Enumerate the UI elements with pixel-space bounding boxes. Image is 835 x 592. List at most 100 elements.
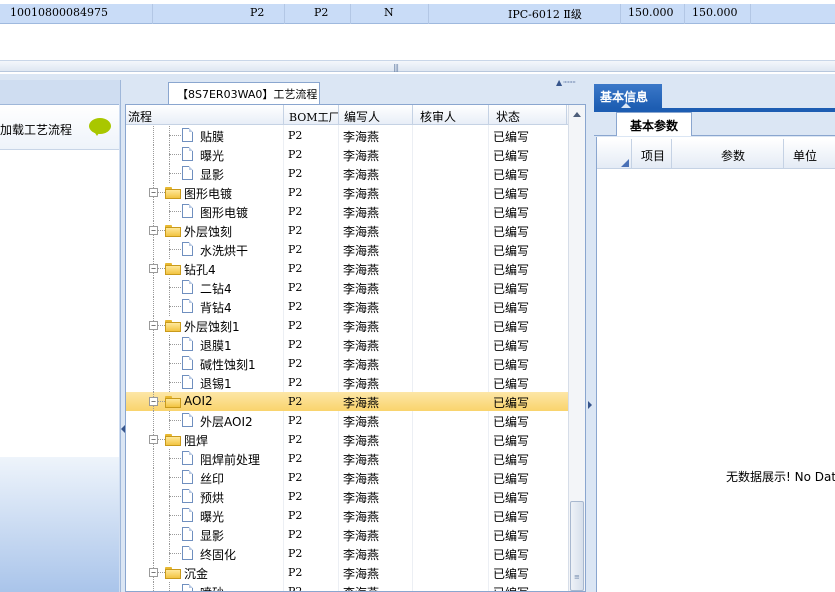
- subtab-basic-params[interactable]: 基本参数: [616, 112, 692, 136]
- tree-row[interactable]: 显影 P2 李海燕 已编写: [126, 164, 568, 183]
- tree-connector: [169, 306, 181, 307]
- tree-connector: [169, 496, 181, 497]
- tree-row[interactable]: 碱性蚀刻1 P2 李海燕 已编写: [126, 354, 568, 373]
- tree-row[interactable]: 阻焊前处理 P2 李海燕 已编写: [126, 449, 568, 468]
- status: 已编写: [493, 244, 530, 258]
- tree-row[interactable]: 曝光 P2 李海燕 已编写: [126, 145, 568, 164]
- tree-row[interactable]: 显影 P2 李海燕 已编写: [126, 525, 568, 544]
- col-process[interactable]: 流程: [128, 108, 152, 125]
- tree-row-group[interactable]: − 外层蚀刻 P2 李海燕 已编写: [126, 221, 568, 240]
- tree-row[interactable]: 终固化 P2 李海燕 已编写: [126, 544, 568, 563]
- tree-connector: [169, 287, 181, 288]
- author: 李海燕: [343, 567, 380, 581]
- tree-vertical-scrollbar[interactable]: ≡: [568, 105, 585, 591]
- col-bom-factory[interactable]: BOM工厂: [289, 109, 340, 125]
- tree-connector: [153, 506, 154, 525]
- author: 李海燕: [343, 244, 380, 258]
- tree-row[interactable]: 退锡1 P2 李海燕 已编写: [126, 373, 568, 392]
- collapse-toggle-icon[interactable]: −: [149, 321, 158, 330]
- status: 已编写: [493, 225, 530, 239]
- cell-f1: P2: [250, 6, 265, 19]
- tree-row[interactable]: 丝印 P2 李海燕 已编写: [126, 468, 568, 487]
- col-status[interactable]: 状态: [496, 108, 520, 125]
- collapse-toggle-icon[interactable]: −: [149, 435, 158, 444]
- col-author[interactable]: 编写人: [344, 108, 380, 125]
- step-name: 水洗烘干: [200, 244, 249, 258]
- tree-connector: [169, 344, 181, 345]
- status: 已编写: [493, 472, 530, 486]
- author: 李海燕: [343, 529, 380, 543]
- top-grid-row[interactable]: 10010800084975 P2 P2 N IPC-6012 Ⅱ级 150.0…: [0, 4, 835, 24]
- collapse-toggle-icon[interactable]: −: [149, 226, 158, 235]
- tree-connector: [153, 145, 154, 164]
- document-icon: [182, 128, 193, 142]
- tree-connector: [169, 553, 181, 554]
- col-unit[interactable]: 单位: [793, 147, 817, 164]
- tree-row-group[interactable]: − 外层蚀刻1 P2 李海燕 已编写: [126, 316, 568, 335]
- tree-row[interactable]: 退膜1 P2 李海燕 已编写: [126, 335, 568, 354]
- author: 李海燕: [343, 168, 380, 182]
- step-name: 碱性蚀刻1: [200, 358, 256, 372]
- tree-row-group[interactable]: − 钻孔4 P2 李海燕 已编写: [126, 259, 568, 278]
- collapse-right-icon[interactable]: [588, 401, 592, 409]
- bom-factory: P2: [288, 490, 303, 503]
- collapse-toggle-icon[interactable]: −: [149, 188, 158, 197]
- tree-row[interactable]: 预烘 P2 李海燕 已编写: [126, 487, 568, 506]
- tree-connector: [153, 468, 154, 487]
- tree-connector: [153, 297, 154, 316]
- tree-row-group[interactable]: − 阻焊 P2 李海燕 已编写: [126, 430, 568, 449]
- status: 已编写: [493, 320, 530, 334]
- document-icon: [182, 204, 193, 218]
- collapse-toggle-icon[interactable]: −: [149, 264, 158, 273]
- status: 已编写: [493, 434, 530, 448]
- tree-row[interactable]: 曝光 P2 李海燕 已编写: [126, 506, 568, 525]
- tree-row-group[interactable]: − 沉金 P2 李海燕 已编写: [126, 563, 568, 582]
- document-icon: [182, 147, 193, 161]
- tree-row[interactable]: 喷砂 P2 李海燕 已编写: [126, 582, 568, 591]
- folder-icon: [165, 263, 181, 275]
- folder-icon: [165, 396, 181, 408]
- tree-connector: [153, 202, 154, 221]
- tree-row-group[interactable]: − 图形电镀 P2 李海燕 已编写: [126, 183, 568, 202]
- author: 李海燕: [343, 320, 380, 334]
- tree-connector: [153, 278, 154, 297]
- sort-corner-icon[interactable]: [621, 159, 629, 167]
- document-icon: [182, 489, 193, 503]
- collapse-toggle-icon[interactable]: −: [149, 568, 158, 577]
- document-icon: [182, 451, 193, 465]
- author: 李海燕: [343, 225, 380, 239]
- top-data-grid: 10010800084975 P2 P2 N IPC-6012 Ⅱ级 150.0…: [0, 0, 835, 62]
- tree-connector: [169, 173, 181, 174]
- tree-row[interactable]: 背钻4 P2 李海燕 已编写: [126, 297, 568, 316]
- horizontal-splitter[interactable]: |||: [0, 60, 835, 72]
- status: 已编写: [493, 263, 530, 277]
- tree-connector: [169, 515, 181, 516]
- col-item[interactable]: 项目: [641, 147, 665, 164]
- speech-bubble-icon[interactable]: [89, 118, 111, 136]
- tab-basic-info[interactable]: 基本信息: [594, 84, 662, 108]
- tree-row[interactable]: 外层AOI2 P2 李海燕 已编写: [126, 411, 568, 430]
- status: 已编写: [493, 339, 530, 353]
- grip-icon: |||: [393, 63, 399, 72]
- scroll-up-icon[interactable]: [573, 112, 581, 117]
- document-icon: [182, 337, 193, 351]
- grip-dots-icon[interactable]: ▲ ········: [556, 78, 576, 87]
- document-icon: [182, 508, 193, 522]
- step-name: 显影: [200, 168, 225, 182]
- tree-row[interactable]: 二钻4 P2 李海燕 已编写: [126, 278, 568, 297]
- load-process-title[interactable]: 加载工艺流程: [0, 121, 72, 138]
- col-reviewer[interactable]: 核审人: [420, 108, 456, 125]
- bom-factory: P2: [288, 243, 303, 256]
- scroll-thumb[interactable]: ≡: [570, 501, 584, 591]
- subtab-bar: 基本参数: [594, 112, 835, 136]
- col-param[interactable]: 参数: [721, 147, 745, 164]
- tree-row-group[interactable]: − AOI2 P2 李海燕 已编写: [126, 392, 568, 411]
- collapse-toggle-icon[interactable]: −: [149, 397, 158, 406]
- process-flow-tab[interactable]: 【8S7ER03WA0】工艺流程: [168, 82, 320, 104]
- right-splitter[interactable]: [586, 104, 594, 592]
- tree-row[interactable]: 图形电镀 P2 李海燕 已编写: [126, 202, 568, 221]
- tree-row[interactable]: 贴膜 P2 李海燕 已编写: [126, 126, 568, 145]
- tree-row[interactable]: 水洗烘干 P2 李海燕 已编写: [126, 240, 568, 259]
- author: 李海燕: [343, 187, 380, 201]
- tree-connector: [169, 135, 181, 136]
